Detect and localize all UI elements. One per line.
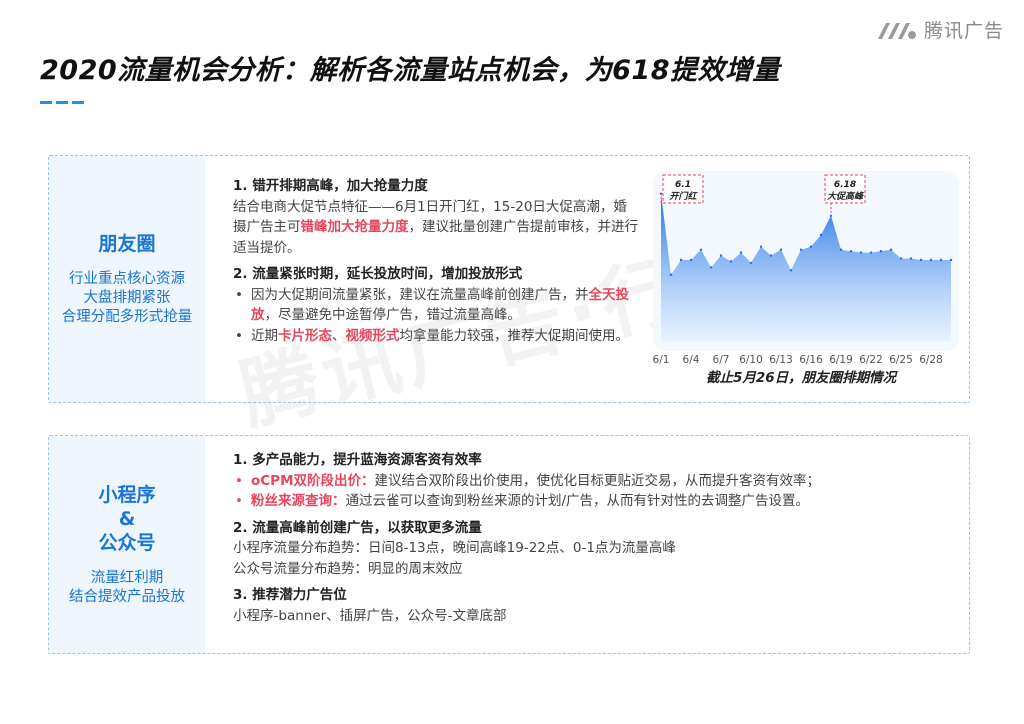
chart-point [699, 248, 703, 251]
miniprogram-name-line: & [118, 507, 136, 530]
chart-point [779, 248, 783, 251]
logo-mark-icon [877, 22, 916, 39]
chart-point [739, 251, 743, 254]
miniprogram-point1-bullet1: oCPM双阶段出价：建议结合双阶段出价使用，使优化目标更贴近交易，从而提升客资有… [233, 471, 953, 492]
chart-x-tick-label: 6/25 [889, 354, 913, 366]
chart-point [939, 258, 943, 262]
chart-point [729, 260, 733, 263]
title-underline [40, 101, 84, 104]
miniprogram-side-panel: 小程序 & 公众号 流量红利期 结合提效产品投放 [49, 436, 205, 653]
chart-point [929, 258, 933, 262]
chart-x-tick-label: 6/19 [829, 354, 853, 366]
miniprogram-section-name: 小程序 & 公众号 [98, 483, 155, 555]
chart-point [819, 233, 823, 237]
chart-annotation: 6.1开门红 [660, 174, 704, 204]
moments-point2-heading: 2. 流量紧张时期，延长投放时间，增加投放形式 [233, 266, 523, 282]
chart-point [909, 257, 913, 260]
moments-point1-text: 结合电商大促节点特征——6月1日开门红，15-20日大促高潮，婚摄广告主可错峰加… [233, 198, 638, 256]
chart-point [769, 254, 773, 257]
chart-caption: 截止5月26日，朋友圈排期情况 [706, 370, 897, 386]
chart-annotation-label: 开门红 [669, 191, 698, 202]
chart-point [719, 254, 723, 257]
chart-x-tick-label: 6/1 [653, 354, 669, 366]
chart-point [749, 261, 753, 265]
miniprogram-name-line: 小程序 [98, 483, 156, 506]
chart-x-tick-label: 6/10 [739, 354, 763, 366]
chart-annotation-label: 6.18 [834, 180, 856, 190]
miniprogram-content: 1. 多产品能力，提升蓝海资源客资有效率 oCPM双阶段出价：建议结合双阶段出价… [233, 450, 953, 626]
miniprogram-point1-heading: 1. 多产品能力，提升蓝海资源客资有效率 [233, 452, 482, 468]
chart-x-tick-label: 6/4 [683, 354, 700, 366]
chart-x-tick-label: 6/22 [859, 354, 883, 366]
chart-annotation-label: 大促高峰 [827, 191, 865, 202]
chart-point [869, 251, 873, 254]
moments-schedule-chart: 6/1 6/4 6/7 6/10 6/13 6/16 6/19 6/22 6/25 6/28 6.1… [653, 171, 959, 389]
chart-point [919, 258, 923, 262]
chart-annotation-label: 6.1 [675, 180, 691, 190]
chart-x-tick-label: 6/28 [919, 354, 943, 366]
moments-sub-line: 行业重点核心资源 [69, 270, 185, 287]
moments-content: 1. 错开排期高峰，加大抢量力度 结合电商大促节点特征——6月1日开门红，15-… [233, 176, 638, 346]
miniprogram-point2-line1: 小程序流量分布趋势：日间8-13点，晚间高峰19-22点、0-1点为流量高峰 [233, 540, 676, 556]
chart-point [789, 269, 793, 272]
chart-point [799, 248, 803, 251]
miniprogram-card: 小程序 & 公众号 流量红利期 结合提效产品投放 1. 多产品能力，提升蓝海资源… [48, 435, 970, 654]
chart-point [889, 248, 893, 251]
chart-point [709, 266, 713, 269]
tencent-ads-logo: 腾讯广告 [876, 16, 1004, 43]
moments-point1-heading: 1. 错开排期高峰，加大抢量力度 [233, 178, 428, 194]
page-title: 2020流量机会分析：解析各流量站点机会，为618提效增量 [40, 55, 781, 86]
chart-point [679, 258, 683, 262]
chart-point [689, 258, 693, 262]
miniprogram-point2-line2: 公众号流量分布趋势：明显的周末效应 [233, 560, 463, 577]
chart-point [899, 257, 903, 260]
moments-section-name: 朋友圈 [98, 232, 156, 255]
miniprogram-point1-bullet2: 粉丝来源查询：通过云雀可以查询到粉丝来源的计划/广告，从而有针对性的去调整广告设… [233, 491, 953, 512]
miniprogram-name-line: 公众号 [98, 531, 156, 554]
chart-point [879, 250, 883, 253]
chart-x-tick-label: 6/7 [713, 354, 730, 366]
miniprogram-sub-line: 流量红利期 [90, 569, 164, 586]
moments-point2-bullet1: 因为大促期间流量紧张，建议在流量高峰前创建广告，并全天投放，尽量避免中途暂停广告… [233, 285, 638, 326]
moments-section-sub: 行业重点核心资源 大盘排期紧张 合理分配多形式抢量 [62, 270, 193, 327]
chart-x-tick-label: 6/13 [769, 354, 793, 366]
chart-svg: 6/1 6/4 6/7 6/10 6/13 6/16 6/19 6/22 6/25 6/28 6.1… [653, 171, 959, 366]
chart-point [859, 251, 863, 254]
miniprogram-point3-heading: 3. 推荐潜力广告位 [233, 587, 347, 603]
chart-point [759, 245, 763, 248]
moments-sub-line: 合理分配多形式抢量 [61, 308, 193, 325]
moments-point2-bullet2: 近期卡片形态、视频形式均拿量能力较强，推荐大促期间使用。 [233, 326, 638, 347]
chart-point [949, 258, 953, 262]
moments-side-panel: 朋友圈 行业重点核心资源 大盘排期紧张 合理分配多形式抢量 [49, 156, 205, 402]
miniprogram-point2-heading: 2. 流量高峰前创建广告，以获取更多流量 [233, 519, 482, 536]
miniprogram-section-sub: 流量红利期 结合提效产品投放 [69, 569, 185, 607]
chart-point [669, 273, 673, 276]
logo-text: 腾讯广告 [923, 20, 1004, 42]
chart-point [849, 250, 853, 253]
miniprogram-point3-line1: 小程序-banner、插屏广告，公众号-文章底部 [233, 607, 507, 624]
chart-point [809, 245, 813, 248]
miniprogram-sub-line: 结合提效产品投放 [69, 588, 185, 605]
moments-sub-line: 大盘排期紧张 [83, 289, 171, 306]
chart-x-tick-label: 6/16 [799, 354, 823, 366]
chart-point [839, 248, 843, 251]
